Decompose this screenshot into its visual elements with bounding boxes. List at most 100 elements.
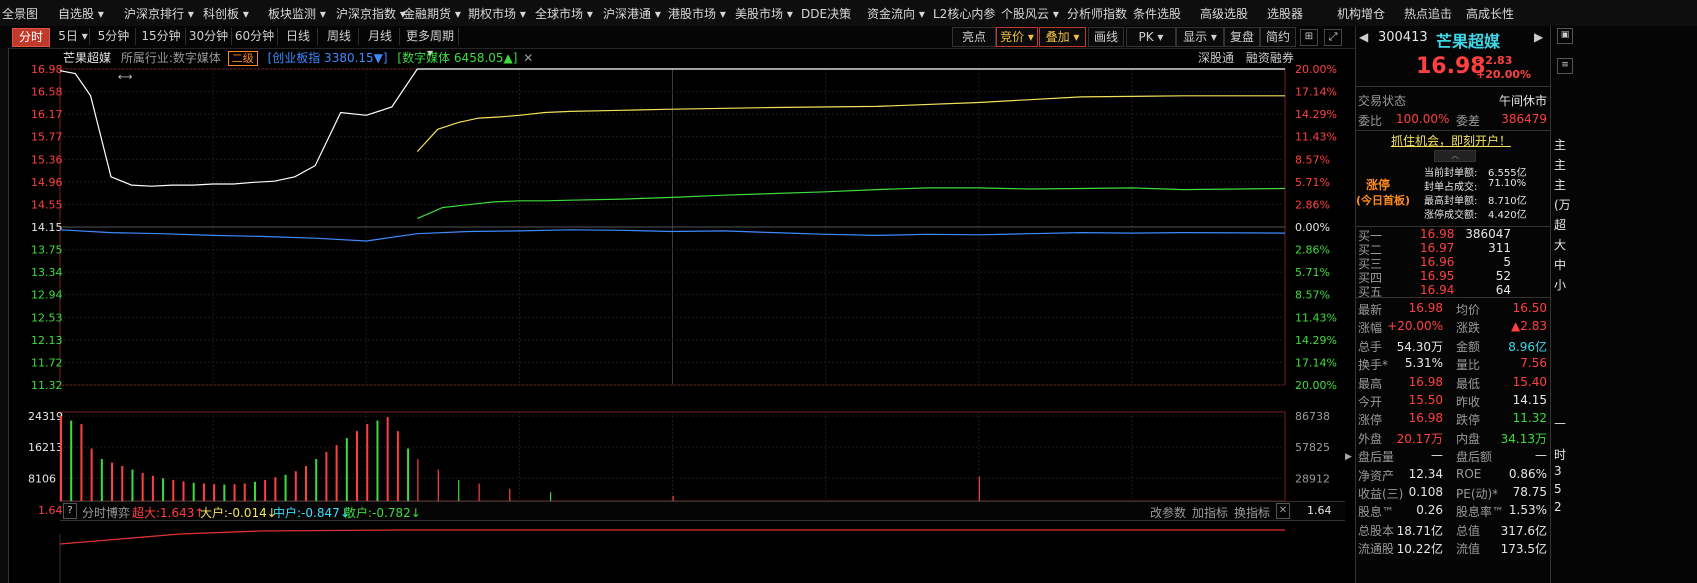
period-tab[interactable]: 5分钟 xyxy=(92,28,136,45)
side-label: 主 xyxy=(1554,158,1567,172)
overlay-index-2[interactable]: [数字媒体 6458.05▲] xyxy=(397,51,517,65)
period-tab[interactable]: 月线 xyxy=(361,28,400,45)
volume-bar xyxy=(356,431,359,501)
menu-item[interactable]: 资金流向 ▾ xyxy=(867,5,925,22)
bid-volume: 52 xyxy=(1495,269,1511,283)
menu-item[interactable]: 沪深京排行 ▾ xyxy=(124,5,194,22)
period-tab[interactable]: 30分钟 xyxy=(186,28,232,45)
stat-label: PE(动)* xyxy=(1456,487,1499,501)
close-indicator-icon[interactable]: ✕ xyxy=(1276,503,1290,519)
menu-item[interactable]: 自选股 ▾ xyxy=(58,5,104,22)
side-label: 主 xyxy=(1554,178,1567,192)
period-tab[interactable]: 60分钟 xyxy=(232,28,278,45)
volume-right-tick-label: 86738 xyxy=(1295,410,1330,423)
volume-bar xyxy=(396,431,399,501)
chart-tool-button[interactable]: 画线 xyxy=(1088,27,1124,47)
bid-volume: 386047 xyxy=(1465,227,1511,241)
bid-row[interactable]: 买五 16.94 64 xyxy=(1356,283,1551,299)
stat-value: 54.30万 xyxy=(1396,339,1443,354)
menu-item[interactable]: 条件选股 xyxy=(1133,5,1181,22)
chart-tool-button[interactable]: 简约 xyxy=(1260,27,1296,47)
stat-label: 今开 xyxy=(1358,395,1383,409)
stat-value: 16.98 xyxy=(1408,301,1443,315)
layout-icon[interactable]: ⊞ xyxy=(1300,29,1318,46)
menu-item-overview[interactable]: 全景图 xyxy=(2,5,38,22)
prev-stock-icon[interactable]: ◀ xyxy=(1359,30,1368,44)
collapse-toggle-icon[interactable]: ︿ xyxy=(1434,150,1476,162)
stat-value: 8.96亿 xyxy=(1508,339,1547,354)
menu-item[interactable]: DDE决策 xyxy=(801,5,851,22)
chart-tool-button[interactable]: 竞价 ▾ xyxy=(996,27,1038,47)
panel-menu-icon[interactable]: ≡ xyxy=(1557,58,1573,74)
close-overlay-icon[interactable]: ✕ xyxy=(523,51,533,65)
panel-toggle-icon[interactable]: ▣ xyxy=(1557,28,1573,44)
menu-item[interactable]: 科创板 ▾ xyxy=(203,5,249,22)
chart-tool-button[interactable]: 显示 ▾ xyxy=(1176,27,1224,47)
menu-item[interactable]: 板块监测 ▾ xyxy=(268,5,326,22)
collapse-panel-icon[interactable]: ▶ xyxy=(1345,452,1353,468)
menu-item[interactable]: L2核心内参 xyxy=(933,5,995,22)
price-tick-label: 12.94 xyxy=(31,289,63,302)
menu-item[interactable]: 港股市场 ▾ xyxy=(668,5,726,22)
add-indicator-button[interactable]: 加指标 xyxy=(1192,504,1228,521)
change-params-button[interactable]: 改参数 xyxy=(1150,504,1186,521)
limit-stat-value: 4.420亿 xyxy=(1488,210,1527,221)
stat-label: 总手 xyxy=(1358,339,1383,354)
open-account-banner[interactable]: 抓住机会，即刻开户！ xyxy=(1391,132,1511,149)
bid-row[interactable]: 买一 16.98 386047 xyxy=(1356,227,1551,243)
drag-handle-icon[interactable]: ⟷ xyxy=(118,72,132,83)
menu-item[interactable]: 热点追击 xyxy=(1404,5,1452,22)
period-tab[interactable]: 5日 ▾ xyxy=(57,28,90,45)
menu-item[interactable]: 高级选股 xyxy=(1200,5,1248,22)
overlay-index-1[interactable]: [创业板指 3380.15▼] xyxy=(268,51,388,65)
price-tick-label: 11.72 xyxy=(31,356,63,369)
menu-item[interactable]: 个股风云 ▾ xyxy=(1001,5,1059,22)
bid-row[interactable]: 买四 16.95 52 xyxy=(1356,269,1551,285)
chart-tool-button[interactable]: 亮点 xyxy=(952,27,996,47)
volume-tick-label: 8106 xyxy=(28,472,56,485)
menu-item[interactable]: 全球市场 ▾ xyxy=(535,5,593,22)
industry-value[interactable]: 数字媒体 xyxy=(173,51,221,65)
menu-item[interactable]: 选股器 xyxy=(1267,5,1303,22)
menu-item[interactable]: 沪深京指数 ▾ xyxy=(336,5,406,22)
menu-item[interactable]: 美股市场 ▾ xyxy=(735,5,793,22)
pct-tick-label: 5.71% xyxy=(1295,266,1330,279)
chart-tool-button[interactable]: 叠加 ▾ xyxy=(1039,27,1086,47)
switch-indicator-button[interactable]: 换指标 xyxy=(1234,504,1270,521)
period-tab[interactable]: 周线 xyxy=(320,28,359,45)
stat-value: 16.50 xyxy=(1512,301,1547,315)
menu-item[interactable]: 机构增仓 xyxy=(1337,5,1385,22)
bid-row[interactable]: 买三 16.96 5 xyxy=(1356,255,1551,271)
menu-item[interactable]: 沪深港通 ▾ xyxy=(603,5,661,22)
volume-bar xyxy=(80,424,83,501)
chart-tool-button[interactable]: 复盘 xyxy=(1224,27,1260,47)
link-hk-connect[interactable]: 深股通 xyxy=(1198,51,1234,65)
menu-item[interactable]: 分析师指数 xyxy=(1067,5,1127,22)
bid-row[interactable]: 买二 16.97 311 xyxy=(1356,241,1551,257)
period-tab[interactable]: 更多周期 ▾ xyxy=(402,28,459,60)
pct-tick-label: 8.57% xyxy=(1295,289,1330,302)
stat-label: 收益(三) xyxy=(1358,487,1404,501)
stat-value: 15.50 xyxy=(1408,393,1443,407)
stat-value: 18.71亿 xyxy=(1396,523,1443,538)
stat-value: 317.6亿 xyxy=(1500,523,1547,538)
menu-item[interactable]: 金融期货 ▾ xyxy=(403,5,461,22)
limit-stat-label: 最高封单额: xyxy=(1424,196,1478,207)
stat-label: 昨收 xyxy=(1456,395,1481,409)
period-tab[interactable]: 15分钟 xyxy=(137,28,186,45)
menu-item[interactable]: 高成长性 xyxy=(1466,5,1514,22)
menu-item[interactable]: 期权市场 ▾ xyxy=(468,5,526,22)
period-tab[interactable]: 分时 xyxy=(12,28,50,47)
side-label: — xyxy=(1554,416,1566,430)
volume-bar xyxy=(458,480,460,501)
indicator-name[interactable]: 分时博弈 xyxy=(82,504,130,521)
chart-tool-button[interactable]: PK ▾ xyxy=(1126,27,1176,47)
next-stock-icon[interactable]: ▶ xyxy=(1534,30,1543,44)
fullscreen-icon[interactable]: ⤢ xyxy=(1324,29,1342,46)
volume-bar xyxy=(233,484,236,501)
pct-tick-label: 14.29% xyxy=(1295,334,1337,347)
period-tab[interactable]: 日线 xyxy=(279,28,318,45)
help-icon[interactable]: ? xyxy=(63,503,77,519)
link-margin-trading[interactable]: 融资融券 xyxy=(1246,51,1294,65)
stat-label: 内盘 xyxy=(1456,431,1481,446)
